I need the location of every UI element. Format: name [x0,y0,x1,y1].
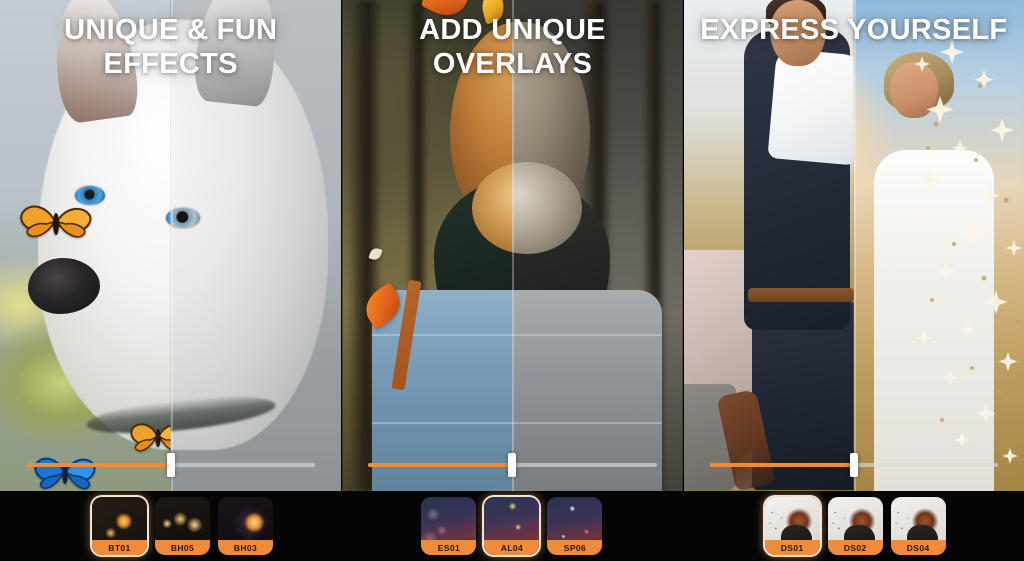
preset-label: DS04 [890,540,946,555]
preset-group-overlays: ES01 AL04 SP06 [341,491,682,561]
slider-fill [709,463,854,467]
preset-label: BH05 [155,540,210,555]
preset-thumb-sp06[interactable]: SP06 [547,497,603,555]
preset-thumb-ds01[interactable]: DS01 [764,497,820,555]
compare-divider [512,0,515,491]
photo-stage-express[interactable]: EXPRESS YOURSELF [683,0,1024,491]
preset-label: BT01 [92,540,147,555]
slider-fill [26,463,171,467]
preset-thumb-al04[interactable]: AL04 [484,497,540,555]
preset-thumb-es01[interactable]: ES01 [421,497,477,555]
compare-divider [853,0,856,491]
photo-stage-effects[interactable]: UNIQUE & FUN EFFECTS [0,0,342,491]
slider-handle[interactable] [166,453,175,477]
preset-thumb-bh03[interactable]: BH03 [218,497,273,555]
preset-thumb-ds02[interactable]: DS02 [827,497,883,555]
preset-group-effects: BT01 BH05 BH03 [0,491,341,561]
preset-label: SP06 [547,540,603,555]
before-after-slider-overlays[interactable] [368,453,657,477]
before-after-slider-effects[interactable] [26,453,316,477]
groom-belt [747,288,854,302]
preset-thumb-bh05[interactable]: BH05 [155,497,210,555]
preset-label: AL04 [484,540,540,555]
panel-express: EXPRESS YOURSELF [682,0,1024,561]
preset-label: DS02 [827,540,883,555]
effects-toolbar: BT01 BH05 BH03 ES01 AL04 SP06 DS01 DS02 … [0,491,1024,561]
panel-overlays: ADD UNIQUE OVERLAYS [341,0,683,561]
preset-group-express: DS01 DS02 DS04 [683,491,1024,561]
slider-fill [368,463,513,467]
preset-label: ES01 [421,540,477,555]
slider-handle[interactable] [849,453,858,477]
screenshot-gallery: UNIQUE & FUN EFFECTS ADD UNIQUE OVERLAYS… [0,0,1024,561]
panel-effects: UNIQUE & FUN EFFECTS [0,0,342,561]
butterfly-overlay-1 [20,205,92,238]
compare-divider [170,0,173,491]
groom-head [769,0,826,66]
photo-stage-overlays[interactable]: ADD UNIQUE OVERLAYS [342,0,683,491]
preset-thumb-ds04[interactable]: DS04 [890,497,946,555]
slider-handle[interactable] [508,453,517,477]
preset-thumb-bt01[interactable]: BT01 [92,497,147,555]
before-after-slider-express[interactable] [709,453,998,477]
preset-label: BH03 [218,540,273,555]
preset-label: DS01 [764,540,820,555]
